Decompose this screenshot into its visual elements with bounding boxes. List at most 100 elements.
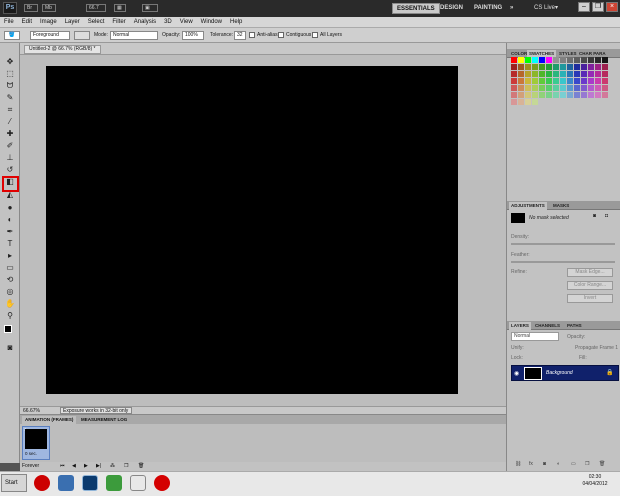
swatch-cell[interactable] bbox=[574, 57, 580, 63]
tween-icon[interactable]: ⁂ bbox=[110, 463, 115, 469]
swatch-cell[interactable] bbox=[546, 99, 552, 105]
swatch-cell[interactable] bbox=[602, 64, 608, 70]
swatch-cell[interactable] bbox=[525, 99, 531, 105]
swatch-cell[interactable] bbox=[532, 78, 538, 84]
swatch-cell[interactable] bbox=[525, 78, 531, 84]
swatch-cell[interactable] bbox=[518, 99, 524, 105]
duplicate-frame-icon[interactable]: ❐ bbox=[124, 463, 128, 469]
swatch-cell[interactable] bbox=[532, 85, 538, 91]
swatch-cell[interactable] bbox=[525, 71, 531, 77]
pattern-picker[interactable] bbox=[74, 31, 90, 40]
swatch-cell[interactable] bbox=[567, 71, 573, 77]
swatch-cell[interactable] bbox=[602, 92, 608, 98]
density-slider[interactable] bbox=[511, 243, 615, 245]
menu-file[interactable]: File bbox=[0, 17, 18, 27]
swatch-cell[interactable] bbox=[518, 57, 524, 63]
swatch-cell[interactable] bbox=[581, 71, 587, 77]
tab-measurement-log[interactable]: MEASUREMENT LOG bbox=[78, 416, 130, 424]
blend-mode-dropdown[interactable]: Normal bbox=[511, 332, 559, 341]
play-icon[interactable]: ▶ bbox=[84, 463, 88, 469]
first-frame-icon[interactable]: ⏮ bbox=[60, 463, 65, 469]
swatch-cell[interactable] bbox=[581, 99, 587, 105]
swatch-cell[interactable] bbox=[539, 57, 545, 63]
swatch-cell[interactable] bbox=[602, 85, 608, 91]
swatch-cell[interactable] bbox=[539, 64, 545, 70]
swatch-cell[interactable] bbox=[560, 57, 566, 63]
layer-row-background[interactable]: ◉ Background 🔒 bbox=[511, 365, 619, 381]
clone-stamp-tool-icon[interactable]: ⊥ bbox=[4, 153, 16, 163]
prev-frame-icon[interactable]: ◀ bbox=[72, 463, 76, 469]
tab-paths[interactable]: PATHS bbox=[565, 322, 584, 330]
swatch-cell[interactable] bbox=[532, 64, 538, 70]
menu-select[interactable]: Select bbox=[84, 17, 109, 27]
add-mask-icon[interactable]: ◙ bbox=[543, 461, 546, 467]
swatch-cell[interactable] bbox=[581, 78, 587, 84]
pixel-mask-icon[interactable]: ◙ bbox=[593, 213, 596, 219]
swatch-cell[interactable] bbox=[511, 85, 517, 91]
delete-frame-icon[interactable]: 🗑 bbox=[138, 463, 144, 469]
swatch-cell[interactable] bbox=[525, 57, 531, 63]
swatch-cell[interactable] bbox=[511, 71, 517, 77]
minimize-button[interactable]: – bbox=[578, 2, 590, 12]
more-workspaces-button[interactable]: » bbox=[506, 3, 517, 14]
swatch-cell[interactable] bbox=[581, 57, 587, 63]
start-button[interactable]: Start bbox=[1, 474, 27, 492]
swatch-cell[interactable] bbox=[511, 64, 517, 70]
quick-mask-icon[interactable]: ◙ bbox=[4, 343, 16, 353]
swatch-cell[interactable] bbox=[595, 57, 601, 63]
adjustment-layer-icon[interactable]: ◐ bbox=[557, 461, 560, 467]
swatch-cell[interactable] bbox=[511, 57, 517, 63]
shape-tool-icon[interactable]: ▭ bbox=[4, 263, 16, 273]
swatch-cell[interactable] bbox=[574, 92, 580, 98]
swatch-cell[interactable] bbox=[532, 92, 538, 98]
system-clock[interactable]: 02:30 04/04/2012 bbox=[572, 474, 618, 488]
tab-adjustments[interactable]: ADJUSTMENTS bbox=[509, 202, 547, 210]
group-icon[interactable]: ▭ bbox=[571, 461, 576, 467]
swatch-cell[interactable] bbox=[588, 99, 594, 105]
menu-window[interactable]: Window bbox=[197, 17, 226, 27]
delete-layer-icon[interactable]: 🗑 bbox=[599, 461, 605, 467]
swatch-cell[interactable] bbox=[518, 71, 524, 77]
swatch-cell[interactable] bbox=[581, 64, 587, 70]
swatch-cell[interactable] bbox=[581, 85, 587, 91]
swatch-cell[interactable] bbox=[546, 57, 552, 63]
swatch-cell[interactable] bbox=[567, 64, 573, 70]
swatch-cell[interactable] bbox=[588, 85, 594, 91]
swatch-cell[interactable] bbox=[560, 78, 566, 84]
swatch-cell[interactable] bbox=[511, 92, 517, 98]
swatch-cell[interactable] bbox=[525, 64, 531, 70]
workspace-painting-button[interactable]: PAINTING bbox=[470, 3, 506, 14]
swatch-cell[interactable] bbox=[553, 71, 559, 77]
antialias-checkbox[interactable] bbox=[249, 32, 255, 38]
arrange-documents-icon[interactable]: ▦ bbox=[114, 4, 126, 12]
swatch-cell[interactable] bbox=[553, 57, 559, 63]
opacity-field[interactable]: 100% bbox=[182, 31, 204, 40]
swatch-cell[interactable] bbox=[546, 64, 552, 70]
feather-slider[interactable] bbox=[511, 261, 615, 263]
lasso-tool-icon[interactable]: ᗢ bbox=[4, 81, 16, 91]
swatch-cell[interactable] bbox=[595, 78, 601, 84]
eyedropper-tool-icon[interactable]: ⁄ bbox=[4, 117, 16, 127]
swatches-grid[interactable] bbox=[511, 57, 609, 105]
swatch-cell[interactable] bbox=[574, 78, 580, 84]
swatch-cell[interactable] bbox=[588, 92, 594, 98]
vector-mask-icon[interactable]: ◘ bbox=[605, 213, 608, 219]
swatch-cell[interactable] bbox=[595, 99, 601, 105]
swatch-cell[interactable] bbox=[567, 99, 573, 105]
swatch-cell[interactable] bbox=[539, 85, 545, 91]
swatch-cell[interactable] bbox=[567, 57, 573, 63]
menu-layer[interactable]: Layer bbox=[61, 17, 84, 27]
menu-3d[interactable]: 3D bbox=[160, 17, 176, 27]
explorer-app-icon[interactable] bbox=[58, 475, 74, 491]
swatch-cell[interactable] bbox=[546, 78, 552, 84]
swatch-cell[interactable] bbox=[553, 92, 559, 98]
paint-bucket-tool-preset-icon[interactable]: 🪣 bbox=[4, 31, 20, 40]
mask-edge-button[interactable]: Mask Edge... bbox=[567, 268, 613, 277]
menu-analysis[interactable]: Analysis bbox=[130, 17, 160, 27]
swatch-cell[interactable] bbox=[602, 78, 608, 84]
type-tool-icon[interactable]: T bbox=[4, 239, 16, 249]
document-app-icon[interactable] bbox=[130, 475, 146, 491]
link-layers-icon[interactable]: ⛓ bbox=[515, 461, 521, 467]
record-app-icon[interactable] bbox=[34, 475, 50, 491]
cs-live-button[interactable]: CS Live▾ bbox=[530, 3, 562, 14]
